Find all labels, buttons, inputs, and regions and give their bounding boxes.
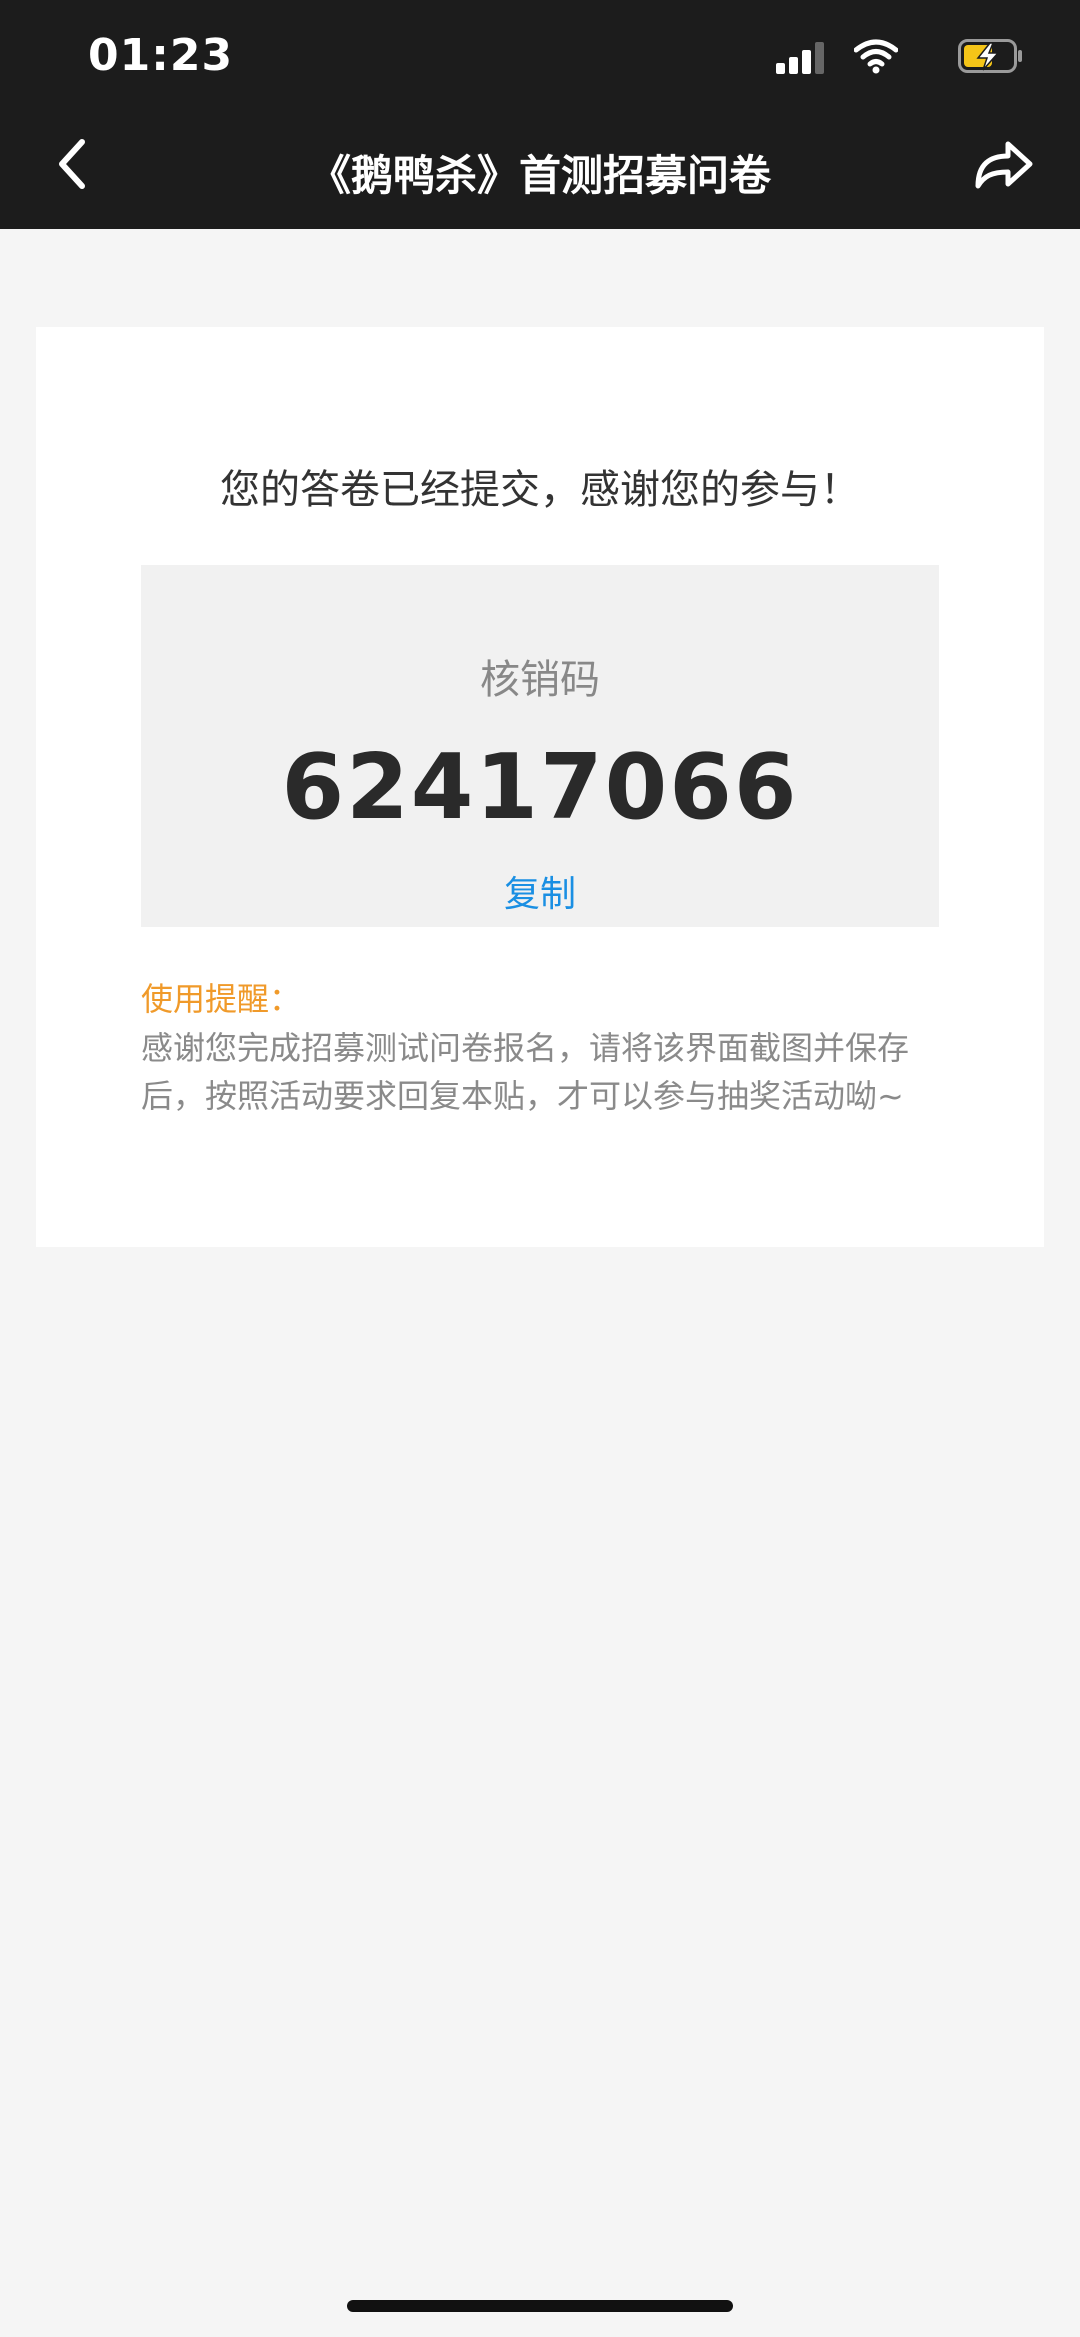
code-label: 核销码 [480,657,600,703]
status-icons [764,38,1024,78]
share-button[interactable] [972,134,1036,194]
home-indicator[interactable] [347,2300,733,2312]
signal-icon [776,42,824,74]
submission-success-message: 您的答卷已经提交，感谢您的参与！ [220,467,860,513]
battery-charging-icon [958,39,1022,73]
status-time: 01:23 [88,30,234,81]
wifi-icon [854,39,898,74]
page-title: 《鹅鸭杀》首测招募问卷 [308,151,771,200]
verification-code-box: 核销码 62417066 复制 [141,565,939,927]
back-button[interactable] [52,134,92,194]
top-bar: 01:23 《鹅鸭杀》首测招募问卷 [0,0,1080,229]
copy-button[interactable]: 复制 [141,865,939,917]
reminder-title: 使用提醒： [141,980,302,1018]
reminder-text: 感谢您完成招募测试问卷报名，请将该界面截图并保存后，按照活动要求回复本贴，才可以… [141,1029,910,1115]
verification-code: 62417066 [281,735,799,840]
result-card: 您的答卷已经提交，感谢您的参与！ 核销码 62417066 复制 使用提醒： 感… [36,327,1044,1247]
